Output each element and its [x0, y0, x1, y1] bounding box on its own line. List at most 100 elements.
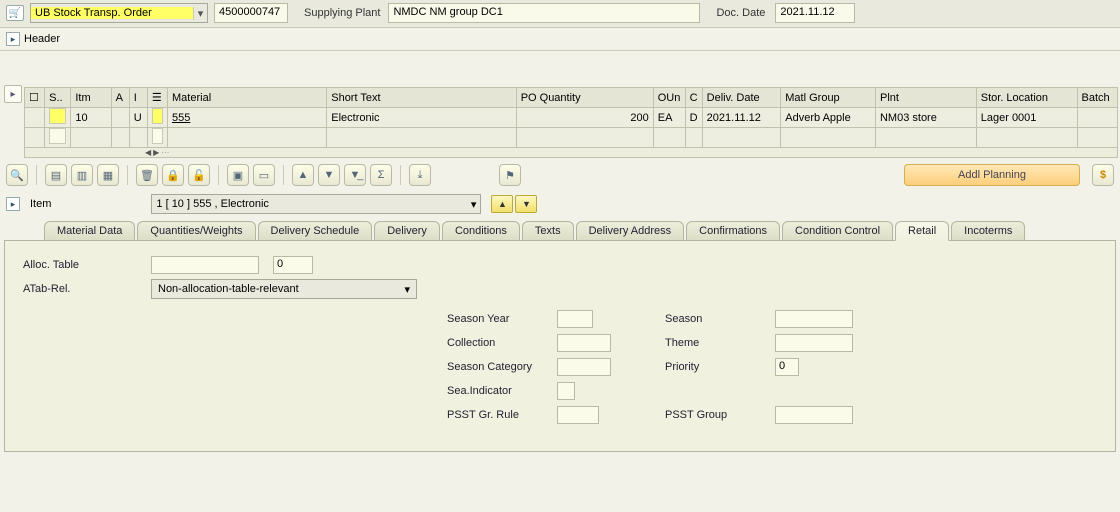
- expand-button[interactable]: ▭: [253, 164, 275, 186]
- cell-mat-icon[interactable]: [152, 128, 163, 144]
- header-section-toggle[interactable]: ▸ Header: [0, 28, 1120, 51]
- tab-conditions[interactable]: Conditions: [442, 221, 520, 240]
- psst-group-field[interactable]: [775, 406, 853, 424]
- priority-label: Priority: [665, 361, 775, 373]
- col-a[interactable]: A: [111, 88, 129, 108]
- col-po-qty[interactable]: PO Quantity: [516, 88, 653, 108]
- priority-field[interactable]: 0: [775, 358, 799, 376]
- col-stor-loc[interactable]: Stor. Location: [976, 88, 1077, 108]
- col-mat-icon[interactable]: ☰: [147, 88, 167, 108]
- addl-planning-button[interactable]: Addl Planning: [904, 164, 1080, 186]
- col-oun[interactable]: OUn: [653, 88, 685, 108]
- col-material[interactable]: Material: [168, 88, 327, 108]
- collection-field[interactable]: [557, 334, 611, 352]
- col-itm[interactable]: Itm: [71, 88, 111, 108]
- retail-col-right: Season Theme Priority0 PSST Group: [665, 307, 853, 427]
- scroll-left-icon[interactable]: ◀: [145, 148, 151, 157]
- col-deliv-date[interactable]: Deliv. Date: [702, 88, 781, 108]
- cell-status[interactable]: [49, 108, 66, 124]
- supplying-plant-label: Supplying Plant: [304, 7, 380, 19]
- tab-condition-control[interactable]: Condition Control: [782, 221, 893, 240]
- detail-button[interactable]: ▣: [227, 164, 249, 186]
- sea-ind-field[interactable]: [557, 382, 575, 400]
- cell-poq[interactable]: 200: [516, 108, 653, 128]
- cell-a[interactable]: [111, 108, 129, 128]
- cell-short[interactable]: Electronic: [327, 108, 516, 128]
- copy-row-button[interactable]: ▥: [71, 164, 93, 186]
- paste-row-button[interactable]: ▦: [97, 164, 119, 186]
- season-cat-label: Season Category: [447, 361, 557, 373]
- cell-oun[interactable]: EA: [653, 108, 685, 128]
- season-label: Season: [665, 313, 775, 325]
- expand-icon[interactable]: ▸: [6, 197, 20, 211]
- item-label: Item: [30, 198, 51, 210]
- cell-matg[interactable]: Adverb Apple: [781, 108, 876, 128]
- table-row-empty[interactable]: [25, 128, 1118, 148]
- find-button[interactable]: 🔍: [6, 164, 28, 186]
- cell-batch[interactable]: [1077, 108, 1117, 128]
- tab-texts[interactable]: Texts: [522, 221, 574, 240]
- filter-button[interactable]: ▼̲: [344, 164, 366, 186]
- col-status[interactable]: S..: [45, 88, 71, 108]
- season-field[interactable]: [775, 310, 853, 328]
- season-cat-field[interactable]: [557, 358, 611, 376]
- cell-stor[interactable]: Lager 0001: [976, 108, 1077, 128]
- cell-deliv[interactable]: 2021.11.12: [702, 108, 781, 128]
- col-row-select[interactable]: ☐: [25, 88, 45, 108]
- supplying-plant-field[interactable]: NMDC NM group DC1: [388, 3, 700, 23]
- tab-delivery[interactable]: Delivery: [374, 221, 440, 240]
- sort-asc-button[interactable]: ▲: [292, 164, 314, 186]
- alloc-table-num-field[interactable]: 0: [273, 256, 313, 274]
- item-select[interactable]: 1 [ 10 ] 555 , Electronic ▾: [151, 194, 481, 214]
- item-toolbar: 🔍 ▤ ▥ ▦ 🗑 🔒 🔓 ▣ ▭ ▲ ▼ ▼̲ Σ ⤓ ⚑ Addl Plan…: [0, 158, 1120, 192]
- tab-material-data[interactable]: Material Data: [44, 221, 135, 240]
- cell-i[interactable]: U: [129, 108, 147, 128]
- export-button[interactable]: ⤓: [409, 164, 431, 186]
- doc-type-value: UB Stock Transp. Order: [31, 7, 193, 19]
- theme-field[interactable]: [775, 334, 853, 352]
- grid-config-button[interactable]: ▸: [4, 85, 22, 103]
- delete-row-button[interactable]: 🗑: [136, 164, 158, 186]
- grid-hscroll[interactable]: ◀ ▶ ⋯: [24, 148, 1118, 158]
- season-year-field[interactable]: [557, 310, 593, 328]
- next-item-button[interactable]: ▼: [515, 195, 537, 213]
- insert-row-button[interactable]: ▤: [45, 164, 67, 186]
- col-short-text[interactable]: Short Text: [327, 88, 516, 108]
- cell-itm[interactable]: 10: [71, 108, 111, 128]
- psst-rule-field[interactable]: [557, 406, 599, 424]
- table-row[interactable]: 10 U 555 Electronic 200 EA D 2021.11.12 …: [25, 108, 1118, 128]
- item-selector-row: ▸ Item 1 [ 10 ] 555 , Electronic ▾ ▲ ▼: [0, 192, 1120, 220]
- sort-desc-button[interactable]: ▼: [318, 164, 340, 186]
- tab-retail[interactable]: Retail: [895, 221, 949, 241]
- col-batch[interactable]: Batch: [1077, 88, 1117, 108]
- chevron-down-icon: ▾: [471, 198, 477, 211]
- tab-incoterms[interactable]: Incoterms: [951, 221, 1025, 240]
- cell-c[interactable]: D: [685, 108, 702, 128]
- cell-plnt[interactable]: NM03 store: [875, 108, 976, 128]
- currency-icon[interactable]: $: [1092, 164, 1114, 186]
- alloc-table-field[interactable]: [151, 256, 259, 274]
- header-branch-label: Header: [24, 33, 60, 45]
- prev-item-button[interactable]: ▲: [491, 195, 513, 213]
- default-values-button[interactable]: ⚑: [499, 164, 521, 186]
- cell-status[interactable]: [49, 128, 66, 144]
- col-i[interactable]: I: [129, 88, 147, 108]
- doc-type-select[interactable]: UB Stock Transp. Order ▾: [30, 3, 208, 23]
- tab-delivery-address[interactable]: Delivery Address: [576, 221, 685, 240]
- col-plnt[interactable]: Plnt: [875, 88, 976, 108]
- tab-confirmations[interactable]: Confirmations: [686, 221, 780, 240]
- unlock-button[interactable]: 🔓: [188, 164, 210, 186]
- col-matl-group[interactable]: Matl Group: [781, 88, 876, 108]
- scroll-right-icon[interactable]: ▶: [153, 148, 159, 157]
- atab-rel-select[interactable]: Non-allocation-table-relevant ▾: [151, 279, 417, 299]
- tab-delivery-schedule[interactable]: Delivery Schedule: [258, 221, 373, 240]
- col-c[interactable]: C: [685, 88, 702, 108]
- doc-number-field[interactable]: 4500000747: [214, 3, 288, 23]
- tab-quantities-weights[interactable]: Quantities/Weights: [137, 221, 255, 240]
- lock-button[interactable]: 🔒: [162, 164, 184, 186]
- doc-date-field[interactable]: 2021.11.12: [775, 3, 855, 23]
- cell-mat-icon[interactable]: [152, 108, 163, 124]
- items-grid: ☐ S.. Itm A I ☰ Material Short Text PO Q…: [24, 87, 1118, 148]
- cell-material[interactable]: 555: [172, 112, 190, 124]
- sum-button[interactable]: Σ: [370, 164, 392, 186]
